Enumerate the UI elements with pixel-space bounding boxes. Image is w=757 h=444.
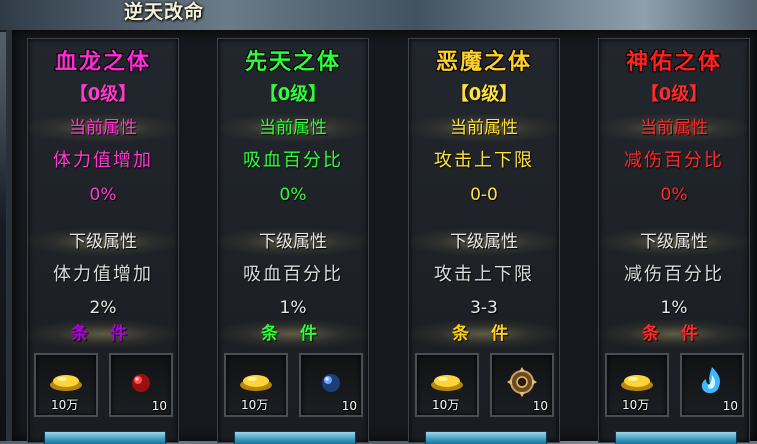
next-attr-header: 下级属性 <box>599 228 749 256</box>
panel-name: 恶魔之体 <box>435 49 532 75</box>
panel-name: 先天之体 <box>244 49 341 75</box>
current-stat: 减伤百分比 <box>624 150 724 171</box>
item-slot-material[interactable]: 10 <box>299 353 363 417</box>
body-panel-blood-dragon: 血龙之体 【0级】 当前属性 体力值增加 0% 下级属性 体力值增加 2% 条 … <box>27 38 179 444</box>
upgrade-button[interactable] <box>44 431 166 444</box>
level-label: 【0级】 <box>69 84 137 105</box>
next-stat: 吸血百分比 <box>243 264 343 285</box>
item-slot-material[interactable]: 10 <box>490 353 554 417</box>
next-stat: 体力值增加 <box>53 264 153 285</box>
body-panel-demon: 恶魔之体 【0级】 当前属性 攻击上下限 0-0 下级属性 攻击上下限 3-3 … <box>408 38 560 444</box>
item-slot-gold[interactable]: 10万 <box>34 353 98 417</box>
level-label: 【0级】 <box>259 84 327 105</box>
level-label: 【0级】 <box>450 84 518 105</box>
next-stat: 减伤百分比 <box>624 264 724 285</box>
condition-header: 条 件 <box>218 320 368 348</box>
condition-header: 条 件 <box>409 320 559 348</box>
next-value: 3-3 <box>470 298 498 318</box>
next-value: 2% <box>89 298 117 318</box>
condition-header: 条 件 <box>599 320 749 348</box>
item-quantity: 10 <box>722 399 738 413</box>
current-attr-header: 当前属性 <box>218 114 368 142</box>
current-value: 0-0 <box>470 185 498 205</box>
top-banner <box>0 0 757 32</box>
upgrade-button[interactable] <box>615 431 737 444</box>
next-value: 1% <box>660 298 688 318</box>
current-stat: 体力值增加 <box>53 150 153 171</box>
item-slot-material[interactable]: 10 <box>680 353 744 417</box>
upgrade-button[interactable] <box>425 431 547 444</box>
item-slot-gold[interactable]: 10万 <box>415 353 479 417</box>
current-stat: 吸血百分比 <box>243 150 343 171</box>
level-label: 【0级】 <box>640 84 708 105</box>
item-quantity: 10万 <box>622 398 650 412</box>
next-stat: 攻击上下限 <box>434 264 534 285</box>
current-attr-header: 当前属性 <box>409 114 559 142</box>
current-stat: 攻击上下限 <box>434 150 534 171</box>
condition-header: 条 件 <box>28 320 178 348</box>
current-value: 0% <box>660 185 688 205</box>
next-value: 1% <box>279 298 307 318</box>
current-value: 0% <box>89 185 117 205</box>
body-panel-divine: 神佑之体 【0级】 当前属性 减伤百分比 0% 下级属性 减伤百分比 1% 条 … <box>598 38 750 444</box>
next-attr-header: 下级属性 <box>409 228 559 256</box>
item-quantity: 10万 <box>51 398 79 412</box>
item-quantity: 10 <box>151 399 167 413</box>
item-slot-material[interactable]: 10 <box>109 353 173 417</box>
item-quantity: 10 <box>532 399 548 413</box>
next-attr-header: 下级属性 <box>218 228 368 256</box>
current-attr-header: 当前属性 <box>599 114 749 142</box>
item-quantity: 10万 <box>241 398 269 412</box>
current-attr-header: 当前属性 <box>28 114 178 142</box>
panel-name: 神佑之体 <box>625 49 722 75</box>
panel-name: 血龙之体 <box>54 49 151 75</box>
body-panel-innate: 先天之体 【0级】 当前属性 吸血百分比 0% 下级属性 吸血百分比 1% 条 … <box>217 38 369 444</box>
item-quantity: 10 <box>341 399 357 413</box>
page-title: 逆天改命 <box>124 1 205 23</box>
item-quantity: 10万 <box>432 398 460 412</box>
item-slot-gold[interactable]: 10万 <box>224 353 288 417</box>
item-slot-gold[interactable]: 10万 <box>605 353 669 417</box>
next-attr-header: 下级属性 <box>28 228 178 256</box>
upgrade-button[interactable] <box>234 431 356 444</box>
current-value: 0% <box>279 185 307 205</box>
